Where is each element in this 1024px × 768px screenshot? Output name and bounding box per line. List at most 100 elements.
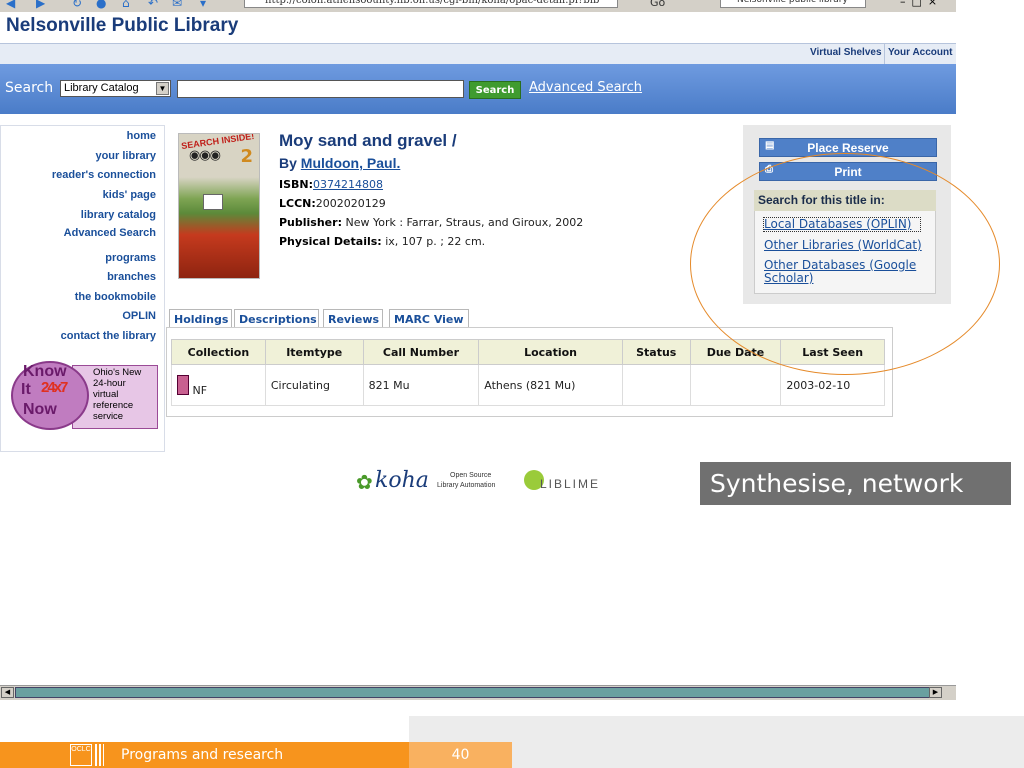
publisher-value: New York : Farrar, Straus, and Giroux, 2… [345,216,584,229]
cell-status [621,364,691,406]
cell-due-date [689,364,782,406]
scroll-right-icon[interactable]: ▶ [929,687,942,698]
nav-link-bookmobile[interactable]: the bookmobile [75,291,156,303]
oclc-logo: OCLC [70,744,110,766]
publisher-line: Publisher: New York : Farrar, Straus, an… [279,216,583,229]
nav-link-readers-connection[interactable]: reader's connection [52,169,156,181]
scroll-left-icon[interactable]: ◀ [1,687,14,698]
cover-house-icon [203,194,223,210]
col-itemtype: Itemtype [264,339,364,365]
overlay-caption: Synthesise, network [700,462,1011,505]
scrollbar-thumb[interactable] [15,687,930,698]
oclc-logo-text: OCLC [70,744,92,766]
back-icon[interactable]: ◀ [6,0,15,10]
slide-section-title: Programs and research [121,747,284,763]
chevron-down-icon[interactable]: ▼ [156,82,169,95]
home-icon[interactable]: ⌂ [122,0,130,10]
badge-line-5: service [93,411,124,422]
advanced-search-link[interactable]: Advanced Search [529,80,642,95]
author-link[interactable]: Muldoon, Paul. [301,155,401,171]
badge-24x7: 24x7 [41,379,68,396]
tab-reviews[interactable]: Reviews [323,309,383,328]
koha-subtitle-1: Open Source [450,472,492,479]
menu-icon[interactable]: ▾ [200,0,206,10]
cell-itemtype: Circulating [264,364,364,406]
tab-holdings[interactable]: Holdings [169,309,232,328]
history-icon[interactable]: ↶ [148,0,158,10]
book-author-line: By Muldoon, Paul. [279,155,400,171]
physical-label: Physical Details: [279,235,382,248]
go-button[interactable]: Go [650,0,665,9]
browser-search-field[interactable]: Nelsonville public library [720,0,866,8]
tab-descriptions[interactable]: Descriptions [234,309,319,328]
liblime-logo[interactable]: LIBLIME [540,477,600,491]
nav-link-home[interactable]: home [127,130,156,142]
lccn-value: 2002020129 [315,197,386,210]
badge-line-3: virtual [93,389,119,400]
cover-number: 2 [240,146,253,167]
highlight-oval [690,153,1000,375]
tab-marc-view[interactable]: MARC View [389,309,469,328]
browser-toolbar: ◀ ▶ ↻ ● ⌂ ↶ ✉ ▾ http://colon.athensoount… [0,0,956,12]
badge-line-1: Ohio's New [93,367,142,378]
badge-it: It [21,381,31,398]
oclc-stripe-3 [103,744,104,766]
nav-link-oplin[interactable]: OPLIN [122,310,156,322]
book-cover-image[interactable]: SEARCH INSIDE! ◉◉◉ 2 [178,133,260,279]
oclc-stripe-1 [95,744,97,766]
collection-value: NF [192,384,208,397]
isbn-label: ISBN: [279,178,314,191]
col-status: Status [621,339,691,365]
koha-subtitle-2: Library Automation [437,482,496,489]
search-scope-value: Library Catalog [64,82,139,94]
stop-icon[interactable]: ● [96,0,106,10]
badge-line-2: 24-hour [93,378,126,389]
badge-line-4: reference [93,400,134,411]
nav-link-contact[interactable]: contact the library [61,330,156,342]
know-it-now-badge[interactable]: Know It 24x7 Now Ohio's New 24-hour virt… [11,361,158,430]
col-call-number: Call Number [362,339,480,365]
window-controls-icon[interactable]: –□× [900,0,943,8]
nav-link-your-library[interactable]: your library [95,150,156,162]
isbn-line: ISBN:0374214808 [279,178,383,191]
nav-link-advanced-search[interactable]: Advanced Search [64,227,156,239]
search-button[interactable]: Search [469,81,521,99]
top-link-bar: Virtual Shelves Your Account [0,43,956,65]
search-label: Search [5,80,54,96]
isbn-link[interactable]: 0374214808 [313,178,383,191]
koha-leaf-icon: ✿ [356,470,373,494]
search-scope-select[interactable]: Library Catalog ▼ [60,80,171,97]
table-row: NF Circulating 821 Mu Athens (821 Mu) 20… [171,364,885,406]
by-label: By [279,155,297,171]
oclc-stripe-2 [99,744,101,766]
cell-collection: NF [171,364,266,406]
horizontal-scrollbar[interactable]: ◀ ▶ [0,685,956,700]
forward-icon[interactable]: ▶ [36,0,45,10]
col-collection: Collection [171,339,266,365]
refresh-icon[interactable]: ↻ [72,0,82,10]
book-title: Moy sand and gravel / [279,131,457,150]
address-bar[interactable]: http://colon.athensoounty.lib.oh.us/cgi-… [244,0,618,8]
cell-call-number: 821 Mu [362,364,480,406]
nav-link-branches[interactable]: branches [107,271,156,283]
divider [884,44,885,64]
book-icon [177,375,189,395]
nav-link-programs[interactable]: programs [105,252,156,264]
virtual-shelves-link[interactable]: Virtual Shelves [810,47,882,58]
footer-logos: ✿ koha Open Source Library Automation LI… [356,468,606,498]
mail-icon[interactable]: ✉ [172,0,182,10]
col-location: Location [478,339,623,365]
search-input[interactable] [177,80,464,98]
nav-link-kids-page[interactable]: kids' page [103,189,156,201]
your-account-link[interactable]: Your Account [888,47,952,58]
nav-link-library-catalog[interactable]: library catalog [81,209,156,221]
publisher-label: Publisher: [279,216,342,229]
koha-logo[interactable]: koha [375,468,429,493]
cell-location: Athens (821 Mu) [478,364,623,406]
physical-line: Physical Details: ix, 107 p. ; 22 cm. [279,235,485,248]
badge-now: Now [23,401,57,418]
lccn-line: LCCN:2002020129 [279,197,386,210]
lccn-label: LCCN: [279,197,316,210]
physical-value: ix, 107 p. ; 22 cm. [385,235,486,248]
site-title[interactable]: Nelsonville Public Library [6,15,238,37]
